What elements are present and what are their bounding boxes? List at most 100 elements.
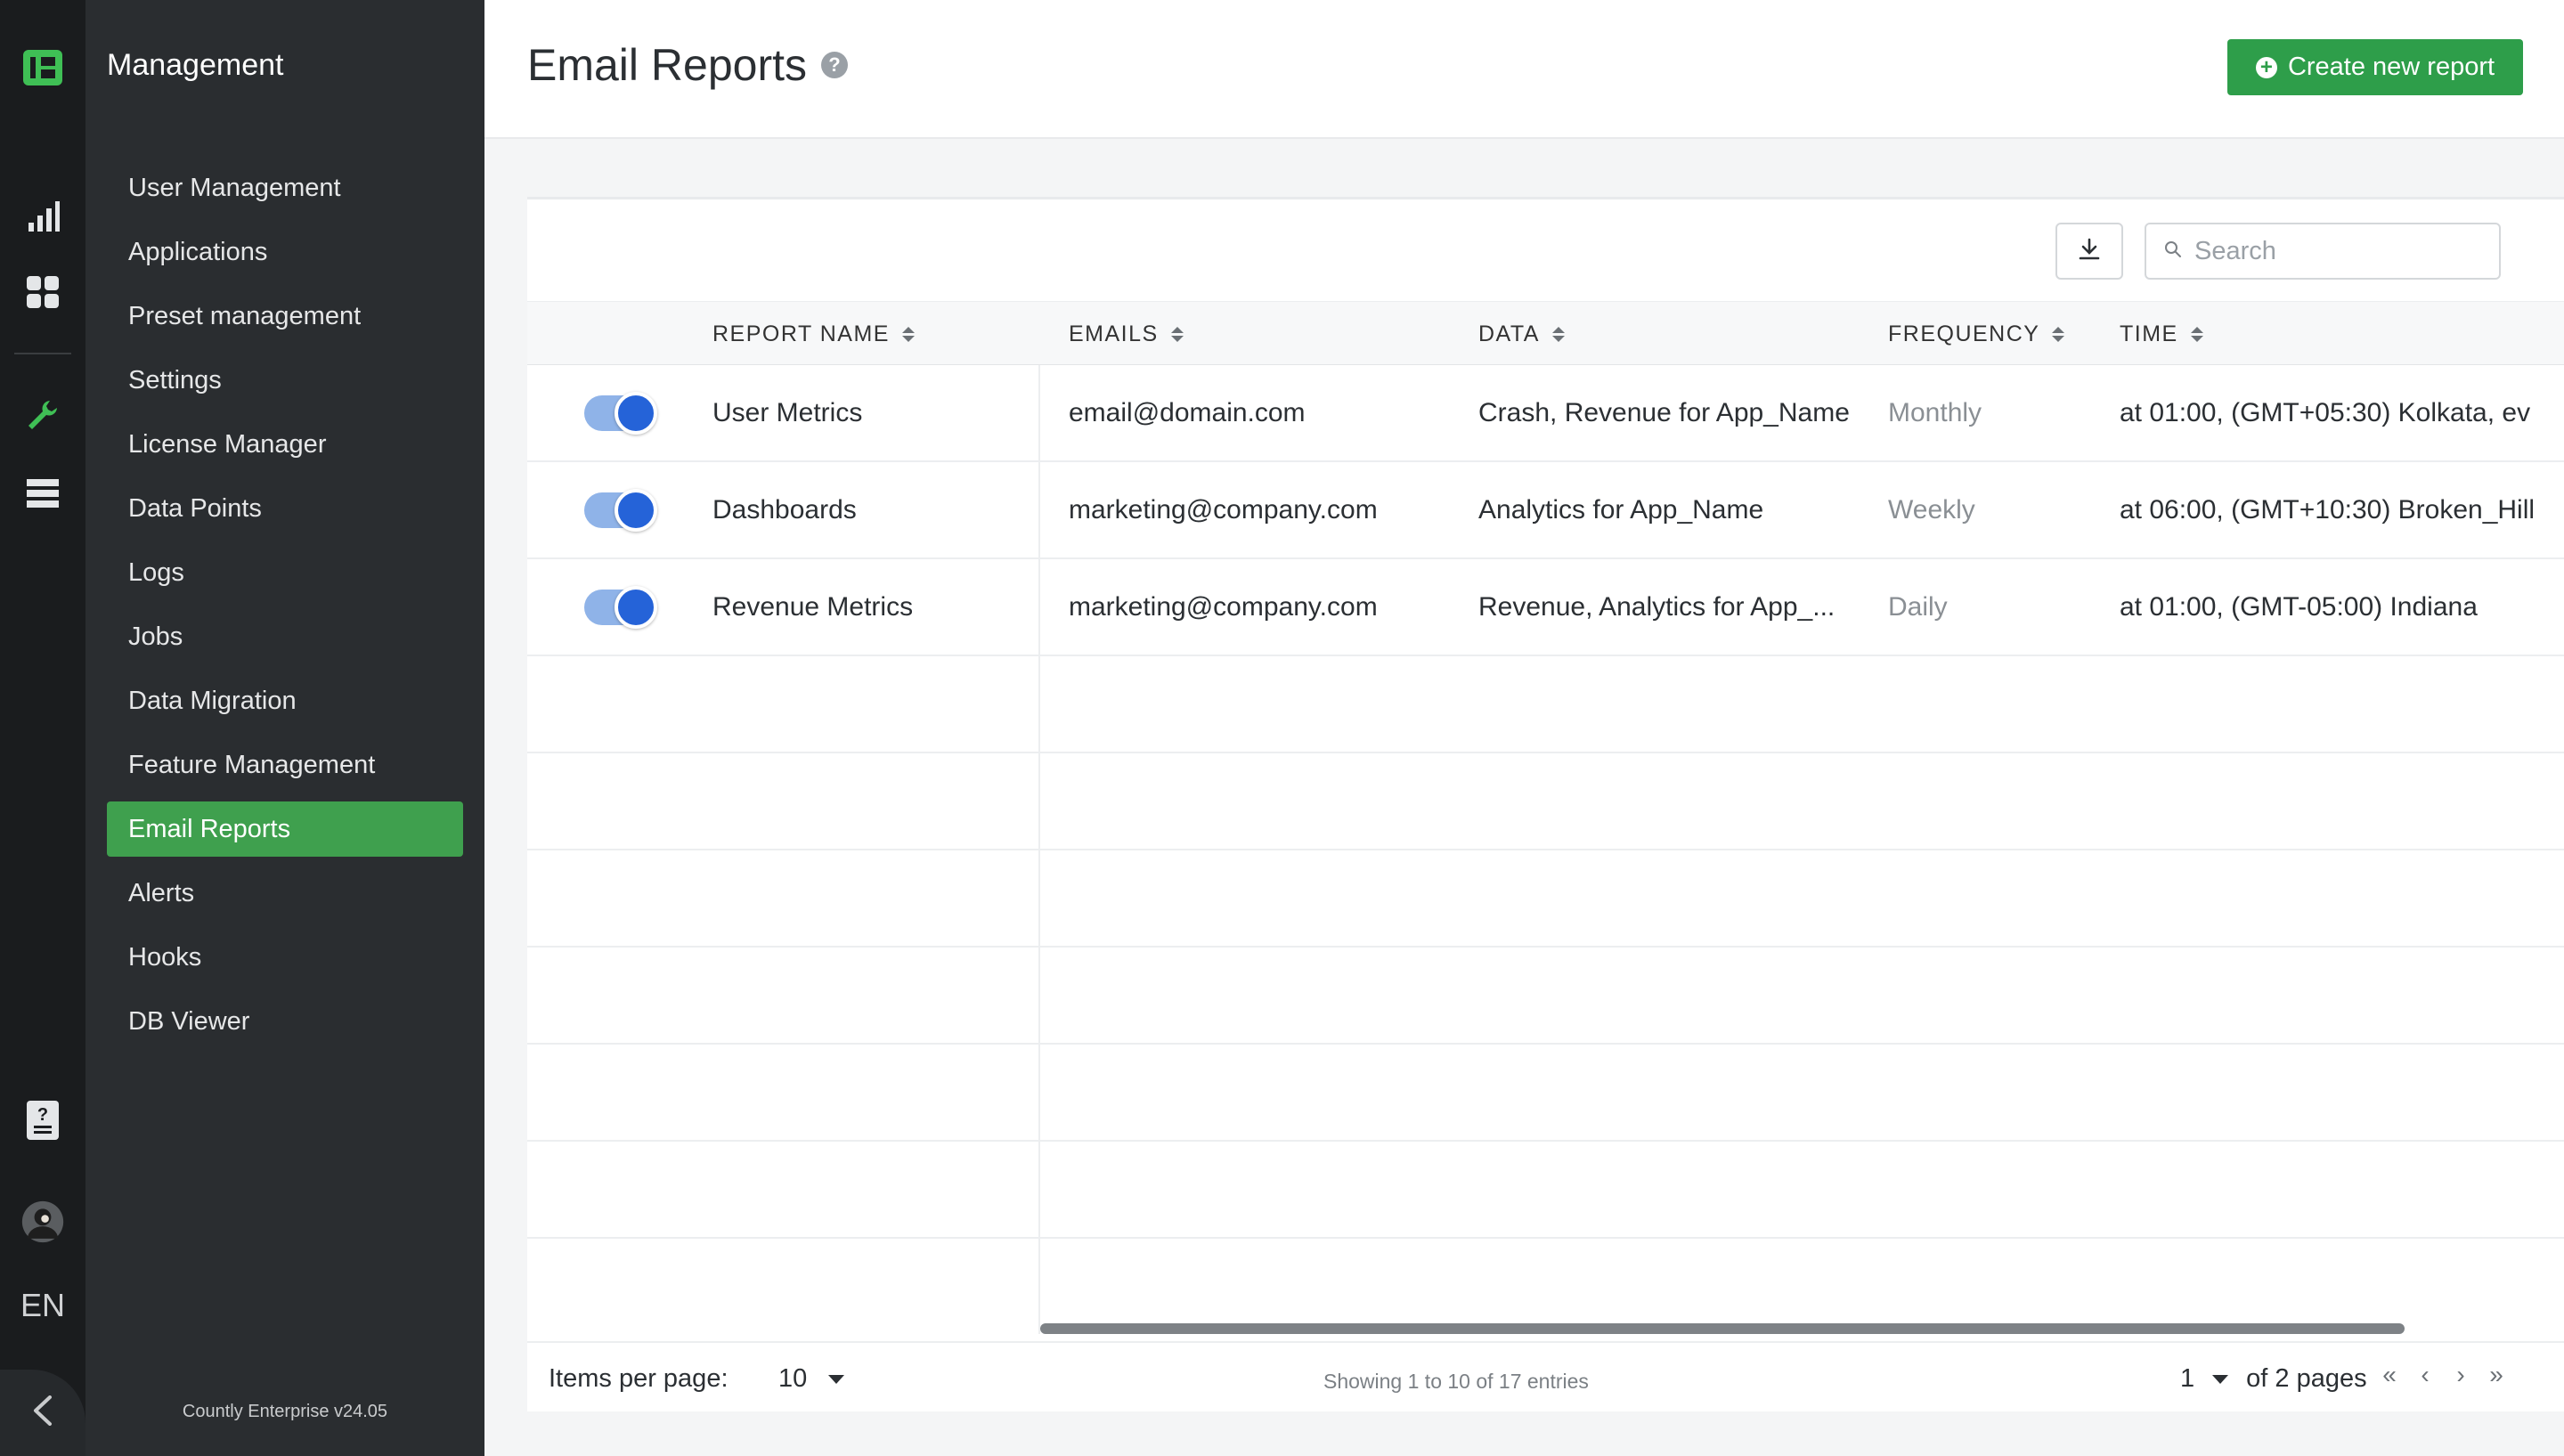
create-new-report-label: Create new report [2287, 53, 2495, 81]
entries-summary: Showing 1 to 10 of 17 entries [1323, 1370, 1589, 1393]
column-header-time[interactable]: TIME [2120, 302, 2203, 366]
help-icon[interactable]: ? [821, 52, 848, 78]
data-cell: Crash, Revenue for App_Name [1478, 397, 1850, 427]
download-icon [2077, 237, 2102, 266]
pagination-footer: Items per page: 10 Showing 1 to 10 of 17… [527, 1341, 2564, 1414]
empty-row [527, 1045, 2564, 1142]
table-row[interactable]: User Metrics email@domain.com Crash, Rev… [527, 365, 2564, 462]
countly-logo-icon[interactable] [21, 46, 64, 89]
previous-page-icon[interactable]: ‹ [2413, 1361, 2437, 1389]
page-title: Email Reports ? [527, 39, 848, 91]
sidebar-item-email-reports[interactable]: Email Reports [107, 801, 463, 857]
column-header-emails[interactable]: EMAILS [1069, 302, 1184, 366]
items-per-page-label: Items per page: [549, 1364, 729, 1393]
sort-icon [1170, 326, 1184, 342]
sort-icon [2052, 326, 2065, 342]
column-header-report-name[interactable]: REPORT NAME [712, 302, 915, 366]
caret-down-icon [2212, 1374, 2229, 1384]
column-header-data[interactable]: DATA [1478, 302, 1565, 366]
collapse-chevron-icon [32, 1395, 53, 1430]
report-enabled-toggle[interactable] [584, 489, 657, 532]
data-cell: Analytics for App_Name [1478, 494, 1764, 525]
analytics-bar-chart-icon[interactable] [21, 194, 64, 237]
svg-text:?: ? [37, 1105, 48, 1125]
column-header-frequency[interactable]: FREQUENCY [1888, 302, 2065, 366]
page-header: Email Reports ? + Create new report [484, 0, 2564, 139]
sidebar-title: Management [107, 48, 284, 82]
help-book-icon[interactable]: ? [21, 1099, 64, 1142]
column-label: EMAILS [1069, 321, 1159, 346]
report-enabled-toggle[interactable] [584, 586, 657, 629]
sidebar-item-user-management[interactable]: User Management [107, 160, 463, 216]
reports-table-card: REPORT NAME EMAILS DATA FREQUENCY TIME [527, 197, 2564, 1411]
emails-cell: marketing@company.com [1069, 591, 1378, 622]
column-label: REPORT NAME [712, 321, 890, 346]
sidebar-item-data-migration[interactable]: Data Migration [107, 673, 463, 728]
last-page-icon[interactable]: » [2485, 1361, 2508, 1389]
report-name-cell: User Metrics [712, 397, 863, 427]
sidebar-item-data-points[interactable]: Data Points [107, 481, 463, 536]
frequency-cell: Weekly [1888, 494, 1975, 525]
sidebar-item-applications[interactable]: Applications [107, 224, 463, 280]
sidebar-item-feature-management[interactable]: Feature Management [107, 737, 463, 793]
sidebar-item-preset-management[interactable]: Preset management [107, 289, 463, 344]
table-row[interactable]: Dashboards marketing@company.com Analyti… [527, 462, 2564, 559]
language-selector[interactable]: EN [0, 1287, 85, 1324]
caret-down-icon [828, 1374, 845, 1384]
empty-row [527, 948, 2564, 1045]
database-table-icon[interactable] [21, 472, 64, 515]
page-title-text: Email Reports [527, 40, 807, 90]
sidebar-item-db-viewer[interactable]: DB Viewer [107, 994, 463, 1049]
sidebar-item-alerts[interactable]: Alerts [107, 866, 463, 921]
version-label: Countly Enterprise v24.05 [182, 1402, 388, 1421]
items-per-page-select[interactable]: 10 [778, 1364, 845, 1394]
report-enabled-toggle[interactable] [584, 392, 657, 435]
time-cell: at 01:00, (GMT-05:00) Indiana [2120, 591, 2478, 622]
items-per-page-value: 10 [778, 1364, 808, 1393]
plus-circle-icon: + [2255, 56, 2277, 78]
page-selector[interactable]: 1 of 2 pages [2180, 1364, 2367, 1394]
sidebar-menu: User Management Applications Preset mana… [107, 160, 463, 1058]
empty-row [527, 1142, 2564, 1239]
data-cell: Revenue, Analytics for App_... [1478, 591, 1835, 622]
search-box [2145, 223, 2501, 280]
horizontal-scrollbar[interactable] [1040, 1323, 2405, 1334]
empty-row [527, 753, 2564, 850]
frequency-cell: Monthly [1888, 397, 1982, 427]
table-body: User Metrics email@domain.com Crash, Rev… [527, 365, 2564, 1336]
management-wrench-icon[interactable] [21, 394, 64, 436]
empty-row [527, 656, 2564, 753]
create-new-report-button[interactable]: + Create new report [2227, 39, 2523, 95]
report-name-cell: Revenue Metrics [712, 591, 914, 622]
sidebar-item-license-manager[interactable]: License Manager [107, 417, 463, 472]
column-label: TIME [2120, 321, 2178, 346]
user-avatar-icon[interactable] [21, 1200, 64, 1243]
first-page-icon[interactable]: « [2378, 1361, 2401, 1389]
rail-divider [14, 353, 71, 354]
time-cell: at 01:00, (GMT+05:30) Kolkata, ev [2120, 397, 2531, 427]
table-toolbar [527, 199, 2564, 301]
empty-row [527, 850, 2564, 948]
sidebar-item-hooks[interactable]: Hooks [107, 930, 463, 985]
sort-icon [2190, 326, 2203, 342]
download-button[interactable] [2055, 223, 2123, 280]
table-header: REPORT NAME EMAILS DATA FREQUENCY TIME [527, 301, 2564, 365]
search-icon [2164, 240, 2182, 263]
search-input[interactable] [2194, 236, 2488, 266]
table-row[interactable]: Revenue Metrics marketing@company.com Re… [527, 559, 2564, 656]
report-name-cell: Dashboards [712, 494, 857, 525]
sidebar-item-settings[interactable]: Settings [107, 353, 463, 408]
frequency-cell: Daily [1888, 591, 1948, 622]
dashboard-grid-icon[interactable] [21, 271, 64, 313]
next-page-icon[interactable]: › [2449, 1361, 2472, 1389]
time-cell: at 06:00, (GMT+10:30) Broken_Hill [2120, 494, 2536, 525]
sidebar-item-logs[interactable]: Logs [107, 545, 463, 600]
column-label: DATA [1478, 321, 1540, 346]
main-content: Email Reports ? + Create new report Sear… [484, 0, 2564, 1456]
collapse-sidebar-button[interactable] [0, 1370, 85, 1456]
emails-cell: email@domain.com [1069, 397, 1306, 427]
total-pages-label: of 2 pages [2246, 1364, 2367, 1393]
sort-icon [1551, 326, 1565, 342]
sidebar-item-jobs[interactable]: Jobs [107, 609, 463, 664]
sort-icon [901, 326, 915, 342]
